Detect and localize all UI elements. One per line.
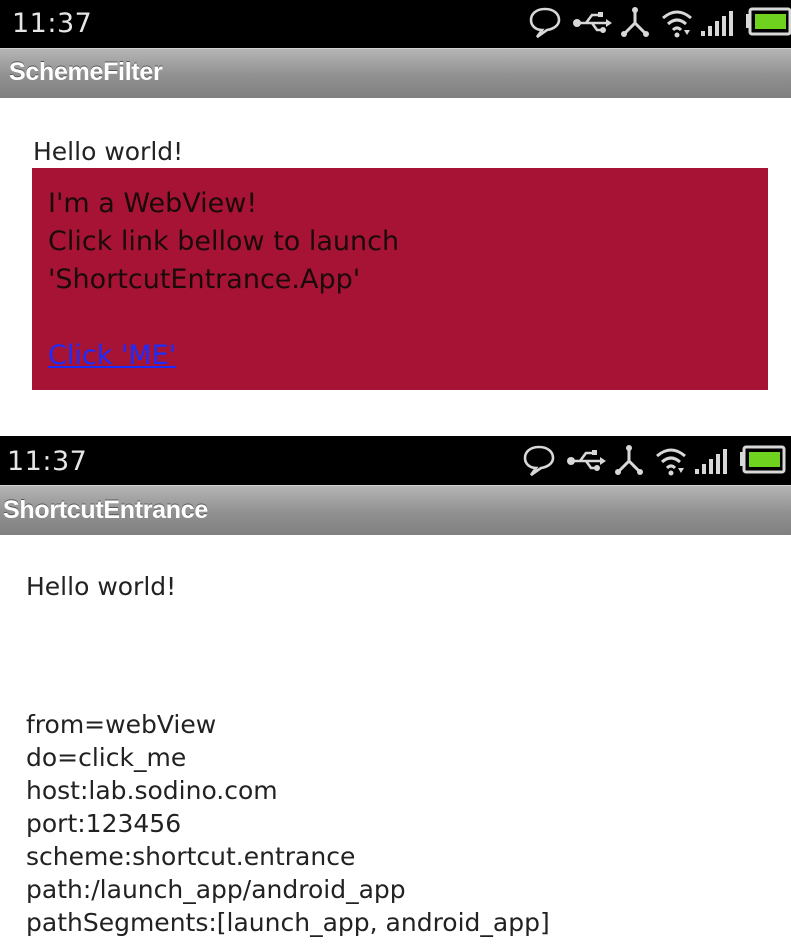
app-title: ShortcutEntrance	[3, 496, 208, 524]
usb-icon	[572, 6, 612, 40]
wifi-icon	[654, 444, 688, 478]
webview-line-3: 'ShortcutEntrance.App'	[48, 264, 361, 295]
battery-icon	[746, 6, 791, 40]
signal-icon	[694, 444, 732, 478]
debug-icon	[620, 6, 650, 40]
title-bar: SchemeFilter	[0, 48, 791, 98]
status-time: 11:37	[12, 8, 93, 39]
usb-icon	[566, 444, 606, 478]
info-path-segments: pathSegments:[launch_app, android_app]	[26, 908, 550, 937]
debug-icon	[614, 444, 644, 478]
scheme-filter-screen: 11:37 SchemeFilter Hello world! I'm a We…	[0, 0, 791, 436]
chat-bubble-icon	[522, 444, 556, 478]
signal-icon	[700, 6, 738, 40]
info-do: do=click_me	[26, 743, 187, 772]
app-title: SchemeFilter	[9, 58, 163, 86]
webview-panel: I'm a WebView! Click link bellow to laun…	[32, 168, 768, 390]
info-from: from=webView	[26, 710, 217, 739]
shortcut-entrance-screen: 11:37 ShortcutEntrance Hello world! from…	[0, 436, 791, 948]
status-bar: 11:37	[0, 0, 791, 48]
info-scheme: scheme:shortcut.entrance	[26, 842, 356, 871]
hello-text: Hello world!	[33, 137, 184, 166]
info-host: host:lab.sodino.com	[26, 776, 278, 805]
hello-text: Hello world!	[26, 572, 177, 601]
wifi-icon	[660, 6, 694, 40]
status-bar: 11:37	[0, 436, 791, 485]
webview-spacer	[48, 299, 752, 337]
info-path: path:/launch_app/android_app	[26, 875, 406, 904]
title-bar: ShortcutEntrance	[0, 485, 791, 535]
webview-line-2: Click link bellow to launch	[48, 226, 400, 257]
status-time: 11:37	[7, 446, 88, 477]
uri-info-list: from=webView do=click_me host:lab.sodino…	[26, 708, 550, 939]
chat-bubble-icon	[528, 6, 562, 40]
battery-icon	[740, 444, 786, 478]
webview-line-1: I'm a WebView!	[48, 188, 258, 219]
info-port: port:123456	[26, 809, 182, 838]
click-me-link[interactable]: Click 'ME'	[48, 337, 752, 375]
